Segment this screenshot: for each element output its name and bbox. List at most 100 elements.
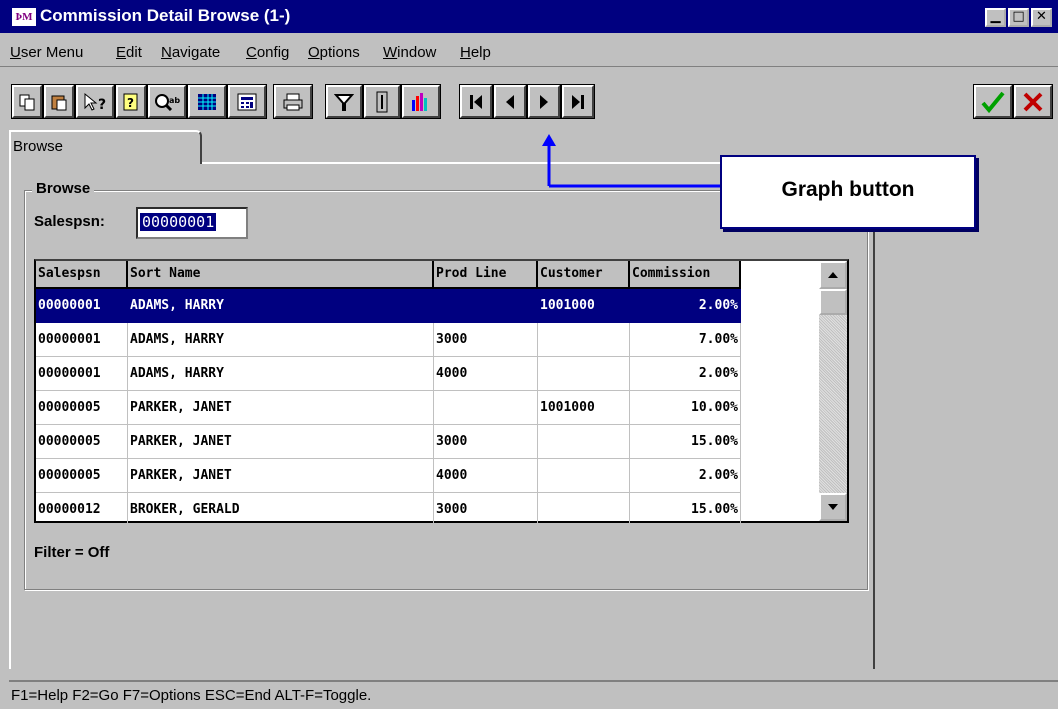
cell-sort-name: ADAMS, HARRY [128,323,434,357]
salesperson-label: Salespsn: [34,213,105,230]
tab-browse[interactable]: Browse [9,130,202,164]
cell-salespsn: 00000012 [36,493,128,527]
title-bar[interactable]: ÞM Commission Detail Browse (1-) ▁ □ ✕ [0,0,1058,33]
cell-sort-name: ADAMS, HARRY [128,289,434,323]
cell-salespsn: 00000001 [36,323,128,357]
scroll-up-button[interactable] [819,261,847,289]
scroll-down-icon [828,504,838,510]
help-button[interactable]: ? [115,84,147,119]
grid-button[interactable] [187,84,227,119]
column-header-salespsn[interactable]: Salespsn [36,261,128,289]
filter-button[interactable] [325,84,363,119]
cell-sort-name: PARKER, JANET [128,425,434,459]
close-button[interactable]: ✕ [1031,8,1052,27]
menu-user-menu[interactable]: User Menu [10,44,83,61]
menu-help[interactable]: Help [460,44,491,61]
cell-commission: 7.00% [630,323,741,357]
first-record-button[interactable] [459,84,493,119]
cancel-button[interactable] [1013,84,1053,119]
table-row[interactable]: 00000005 PARKER, JANET 4000 2.00% [36,459,741,493]
cell-commission: 10.00% [630,391,741,425]
salesperson-input[interactable]: 00000001 [136,207,248,239]
toolbar: ? ? abc [0,68,1058,126]
next-record-icon [540,94,548,109]
cell-salespsn: 00000001 [36,357,128,391]
help-book-icon: ? [123,93,138,110]
cell-customer: 1001000 [538,391,630,425]
cell-customer [538,357,630,391]
print-icon [283,93,303,110]
cell-empty [128,527,434,561]
filter-icon [334,93,354,111]
copy-icon [19,94,35,110]
cell-customer [538,459,630,493]
context-help-button[interactable]: ? [75,84,115,119]
menu-edit[interactable]: Edit [116,44,142,61]
text-button[interactable] [363,84,401,119]
menu-window[interactable]: Window [383,44,436,61]
first-record-icon [470,94,482,109]
maximize-icon: □ [1012,9,1025,24]
cell-sort-name: BROKER, GERALD [128,493,434,527]
calculator-button[interactable] [227,84,267,119]
paste-icon [51,95,67,110]
cell-salespsn: 00000001 [36,289,128,323]
cancel-x-icon [1023,92,1043,111]
previous-record-icon [506,94,514,109]
column-header-prod-line[interactable]: Prod Line [434,261,538,289]
cell-commission: 2.00% [630,459,741,493]
table-row[interactable]: 00000005 PARKER, JANET 1001000 10.00% [36,391,741,425]
previous-record-button[interactable] [493,84,527,119]
menu-navigate[interactable]: Navigate [161,44,220,61]
column-header-sort-name[interactable]: Sort Name [128,261,434,289]
scroll-up-icon [828,272,838,278]
menu-bar: User Menu Edit Navigate Config Options W… [0,33,1058,67]
cell-customer: 1001000 [538,289,630,323]
minimize-icon: ▁ [990,9,1001,24]
print-button[interactable] [273,84,313,119]
cell-prod-line: 3000 [434,323,538,357]
next-record-button[interactable] [527,84,561,119]
svg-text:?: ? [127,96,134,110]
calculator-icon [237,93,257,110]
column-header-customer[interactable]: Customer [538,261,630,289]
menu-config[interactable]: Config [246,44,289,61]
table-row[interactable]: 00000001 ADAMS, HARRY 3000 7.00% [36,323,741,357]
salesperson-value: 00000001 [140,213,217,231]
ok-check-icon [981,91,1005,113]
minimize-button[interactable]: ▁ [985,8,1006,27]
scroll-thumb[interactable] [819,289,847,315]
vertical-scrollbar[interactable] [819,261,847,521]
menu-options[interactable]: Options [308,44,360,61]
text-cursor-icon [376,91,388,112]
table-row[interactable]: 00000001 ADAMS, HARRY 4000 2.00% [36,357,741,391]
last-record-button[interactable] [561,84,595,119]
ok-button[interactable] [973,84,1013,119]
maximize-button[interactable]: □ [1008,8,1029,27]
cell-prod-line [434,289,538,323]
cell-prod-line: 3000 [434,493,538,527]
status-bar: F1=Help F2=Go F7=Options ESC=End ALT-F=T… [9,680,1058,709]
commission-grid[interactable]: Salespsn Sort Name Prod Line Customer Co… [34,259,849,561]
scroll-down-button[interactable] [819,493,847,521]
table-row[interactable]: 00000001 ADAMS, HARRY 1001000 2.00% [36,289,741,323]
cell-customer [538,493,630,527]
column-header-commission[interactable]: Commission [630,261,741,289]
paste-button[interactable] [43,84,75,119]
graph-button[interactable] [401,84,441,119]
cell-salespsn: 00000005 [36,391,128,425]
cell-prod-line: 4000 [434,459,538,493]
graph-icon [412,92,427,111]
status-text: F1=Help F2=Go F7=Options ESC=End ALT-F=T… [11,687,372,704]
app-icon[interactable]: ÞM [12,8,36,26]
table-row[interactable]: 00000005 PARKER, JANET 3000 15.00% [36,425,741,459]
table-row[interactable]: 00000012 BROKER, GERALD 3000 15.00% [36,493,741,527]
copy-button[interactable] [11,84,43,119]
cell-sort-name: PARKER, JANET [128,391,434,425]
last-record-icon [572,94,584,109]
zoom-button[interactable]: abc [147,84,187,119]
cell-salespsn: 00000005 [36,425,128,459]
cell-customer [538,323,630,357]
cell-empty [630,527,741,561]
calendar-grid-icon [198,93,216,110]
